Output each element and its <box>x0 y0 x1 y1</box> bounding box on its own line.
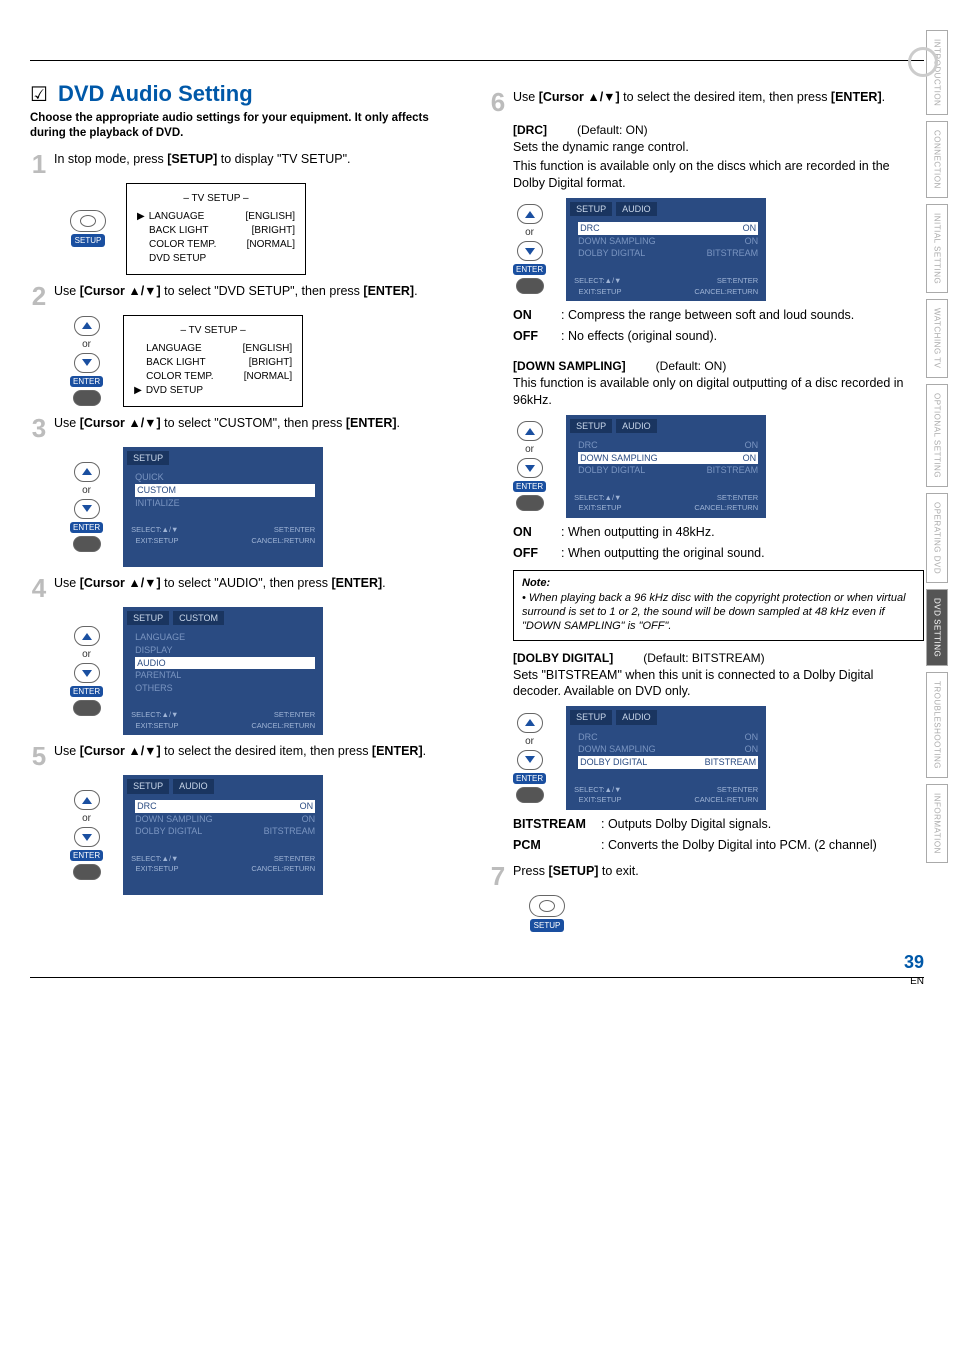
osd-audio-menu-5: SETUPAUDIO DRCON DOWN SAMPLINGON DOLBY D… <box>123 775 323 895</box>
cursor-controls-5: or ENTER <box>70 790 103 880</box>
side-tabs: INTRODUCTION CONNECTION INITIAL SETTING … <box>926 30 948 863</box>
cursor-up-icon <box>74 626 100 646</box>
step-number-2: 2 <box>30 283 48 309</box>
setup-button-illustration: SETUP <box>70 210 106 247</box>
side-tab-information: INFORMATION <box>926 784 948 863</box>
enter-button-icon <box>516 278 544 294</box>
drc-heading: [DRC](Default: ON) <box>513 123 924 137</box>
enter-button-icon <box>73 390 101 406</box>
drc-body-1: Sets the dynamic range control. <box>513 139 924 156</box>
enter-label: ENTER <box>70 376 103 387</box>
enter-button-icon <box>73 864 101 880</box>
cursor-down-icon <box>74 827 100 847</box>
side-tab-troubleshooting: TROUBLESHOOTING <box>926 672 948 778</box>
step-text-3: Use [Cursor ▲/▼] to select "CUSTOM", the… <box>54 415 465 432</box>
osd-audio-down: SETUPAUDIO DRCON DOWN SAMPLINGON DOLBY D… <box>566 415 766 518</box>
section-subtitle: Choose the appropriate audio settings fo… <box>30 111 465 141</box>
step-text-5: Use [Cursor ▲/▼] to select the desired i… <box>54 743 465 760</box>
osd-setup-menu: SETUP QUICK CUSTOM INITIALIZE SELECT:▲/▼… <box>123 447 323 567</box>
cursor-up-icon <box>74 316 100 336</box>
enter-button-icon <box>516 787 544 803</box>
cursor-down-icon <box>517 241 543 261</box>
side-tab-dvd-setting: DVD SETTING <box>926 589 948 666</box>
page-number: 39 EN <box>30 952 924 987</box>
osd-custom-menu: SETUPCUSTOM LANGUAGE DISPLAY AUDIO PAREN… <box>123 607 323 736</box>
step-text-1: In stop mode, press [SETUP] to display "… <box>54 151 465 168</box>
cursor-down-icon <box>517 750 543 770</box>
side-tab-operating-dvd: OPERATING DVD <box>926 493 948 583</box>
cursor-controls-drc: or ENTER <box>513 204 546 294</box>
side-tab-connection: CONNECTION <box>926 121 948 198</box>
cursor-down-icon <box>74 353 100 373</box>
down-off: OFF: When outputting the original sound. <box>513 545 924 562</box>
cursor-up-icon <box>74 462 100 482</box>
cursor-controls-2: or ENTER <box>70 316 103 406</box>
section-title: DVD Audio Setting <box>58 81 253 107</box>
note-box: Note: • When playing back a 96 kHz disc … <box>513 570 924 641</box>
cursor-controls-dolby: or ENTER <box>513 713 546 803</box>
step-number-1: 1 <box>30 151 48 177</box>
drc-off: OFF: No effects (original sound). <box>513 328 924 345</box>
osd-audio-drc: SETUPAUDIO DRCON DOWN SAMPLINGON DOLBY D… <box>566 198 766 301</box>
drc-body-2: This function is available only on the d… <box>513 158 924 192</box>
checkbox-icon: ☑ <box>30 82 48 107</box>
cursor-controls-4: or ENTER <box>70 626 103 716</box>
enter-button-icon <box>516 495 544 511</box>
cursor-up-icon <box>74 790 100 810</box>
side-tab-watching-tv: WATCHING TV <box>926 299 948 377</box>
side-tab-optional-setting: OPTIONAL SETTING <box>926 384 948 487</box>
step-text-6: Use [Cursor ▲/▼] to select the desired i… <box>513 89 924 106</box>
enter-button-icon <box>73 700 101 716</box>
dolby-pcm: PCM: Converts the Dolby Digital into PCM… <box>513 837 924 854</box>
down-heading: [DOWN SAMPLING](Default: ON) <box>513 359 924 373</box>
down-on: ON: When outputting in 48kHz. <box>513 524 924 541</box>
side-tab-initial-setting: INITIAL SETTING <box>926 204 948 293</box>
tv-setup-box-b: – TV SETUP – LANGUAGE[ENGLISH] BACK LIGH… <box>123 315 303 407</box>
cursor-up-icon <box>517 204 543 224</box>
dolby-body: Sets "BITSTREAM" when this unit is conne… <box>513 667 924 701</box>
cursor-down-icon <box>74 663 100 683</box>
dolby-bitstream: BITSTREAM: Outputs Dolby Digital signals… <box>513 816 924 833</box>
step-text-4: Use [Cursor ▲/▼] to select "AUDIO", then… <box>54 575 465 592</box>
cursor-controls-3: or ENTER <box>70 462 103 552</box>
step-number-7: 7 <box>489 863 507 889</box>
dolby-heading: [DOLBY DIGITAL](Default: BITSTREAM) <box>513 651 924 665</box>
osd-audio-dolby: SETUPAUDIO DRCON DOWN SAMPLINGON DOLBY D… <box>566 706 766 809</box>
step-number-3: 3 <box>30 415 48 441</box>
cursor-down-icon <box>517 458 543 478</box>
top-rule <box>30 60 924 61</box>
enter-button-icon <box>73 536 101 552</box>
cursor-up-icon <box>517 421 543 441</box>
step-text-2: Use [Cursor ▲/▼] to select "DVD SETUP", … <box>54 283 465 300</box>
down-body: This function is available only on digit… <box>513 375 924 409</box>
step-number-6: 6 <box>489 89 507 115</box>
drc-on: ON: Compress the range between soft and … <box>513 307 924 324</box>
cursor-controls-down: or ENTER <box>513 421 546 511</box>
setup-button-illustration-exit: SETUP <box>529 895 565 932</box>
step-number-5: 5 <box>30 743 48 769</box>
cursor-down-icon <box>74 499 100 519</box>
step-text-7: Press [SETUP] to exit. <box>513 863 924 880</box>
step-number-4: 4 <box>30 575 48 601</box>
tv-setup-box-a: – TV SETUP – ▶LANGUAGE[ENGLISH] BACK LIG… <box>126 183 306 275</box>
cursor-up-icon <box>517 713 543 733</box>
